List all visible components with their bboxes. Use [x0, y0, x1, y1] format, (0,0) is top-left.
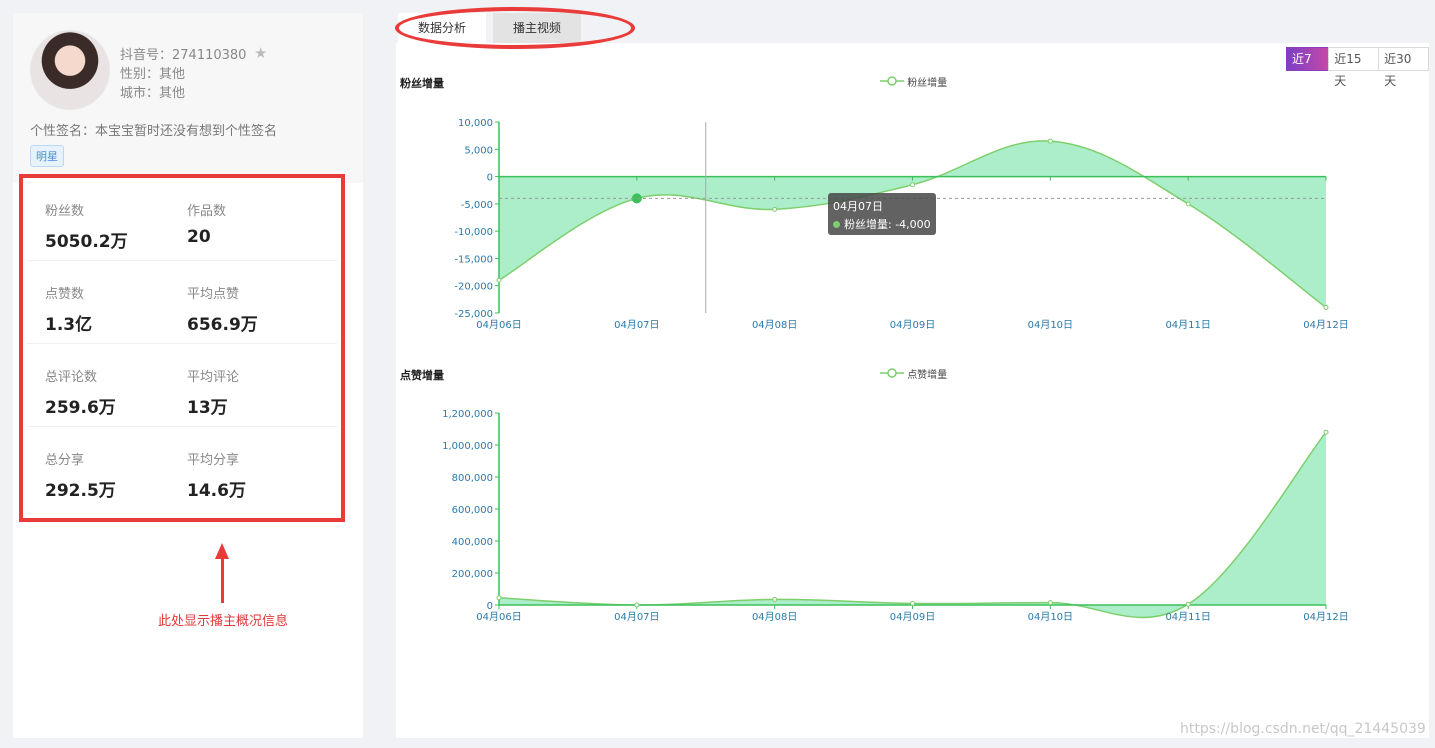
range-7-days-button[interactable]: 近7天: [1286, 47, 1330, 88]
city: 城市：其他: [120, 86, 186, 101]
legend-label: 粉丝增量: [907, 78, 948, 89]
watermark: https://blog.csdn.net/qq_21445039: [1180, 721, 1426, 737]
legend-label: 点赞增量: [907, 370, 948, 381]
x-tick-label: 04月06日: [476, 319, 521, 331]
stat-label: 平均评论: [187, 370, 240, 385]
data-point: [634, 602, 640, 608]
gender: 性别：其他: [120, 67, 186, 82]
star-icon[interactable]: ★: [254, 44, 267, 62]
stat-value: 656.9万: [187, 315, 258, 335]
legend-line-icon: [880, 368, 904, 378]
x-tick-label: 04月12日: [1303, 319, 1348, 331]
y-tick-label: 0: [487, 601, 493, 612]
analysis-panel: 数据分析 播主视频 近7天 近15天 近30天 粉丝增量 粉丝增量 10,000…: [395, 7, 1430, 738]
y-tick-label: 200,000: [452, 569, 493, 580]
stat-value: 13万: [187, 398, 228, 418]
x-tick-label: 04月06日: [476, 611, 521, 623]
y-tick-label: -20,000: [454, 282, 493, 293]
y-tick-label: 400,000: [452, 537, 493, 548]
y-tick-label: -10,000: [454, 227, 493, 238]
y-tick-label: 600,000: [452, 505, 493, 516]
x-tick-label: 04月10日: [1028, 319, 1073, 331]
x-tick-label: 04月11日: [1165, 611, 1210, 623]
annotation-arrow-line: [221, 558, 224, 603]
data-point: [910, 182, 915, 188]
stat-value: 5050.2万: [45, 232, 128, 252]
y-tick-label: 1,200,000: [442, 409, 493, 420]
y-tick-label: -25,000: [454, 309, 493, 320]
chart-legend[interactable]: 点赞增量: [880, 366, 947, 381]
data-point: [910, 600, 915, 606]
likes-increase-chart: 1,200,000 1,000,000 800,000 600,000 400,000 2…: [442, 409, 1349, 623]
series-area: [499, 432, 1326, 618]
annotation-arrow-head-icon: [215, 543, 229, 559]
x-tick-label: 04月08日: [752, 611, 797, 623]
stat-label: 总分享: [45, 453, 85, 468]
tooltip-value: 粉丝增量: -4,000: [833, 216, 931, 232]
avatar: [30, 30, 110, 110]
data-point: [496, 595, 502, 601]
date-range-selector: 近7天 近15天 近30天: [1286, 47, 1430, 88]
data-point: [1047, 138, 1053, 144]
x-tick-label: 04月07日: [614, 611, 659, 623]
data-point: [1185, 201, 1191, 207]
annotation-text: 此处显示播主概况信息: [157, 614, 288, 629]
data-point: [772, 596, 778, 602]
y-tick-label: 800,000: [452, 473, 493, 484]
x-tick-label: 04月08日: [752, 319, 797, 331]
stat-row: 总分享 292.5万 平均分享 14.6万: [27, 427, 337, 509]
stat-value: 1.3亿: [45, 315, 93, 335]
data-point: [772, 206, 778, 212]
stat-label: 作品数: [187, 204, 227, 219]
stat-label: 平均分享: [187, 453, 240, 468]
x-tick-label: 04月09日: [890, 611, 935, 623]
y-tick-label: -15,000: [454, 254, 493, 265]
chart-title: 粉丝增量: [400, 77, 444, 90]
y-tick-label: 1,000,000: [442, 441, 493, 452]
stat-row: 总评论数 259.6万 平均评论 13万: [27, 344, 337, 427]
data-point: [496, 277, 502, 283]
stat-value: 14.6万: [187, 481, 246, 501]
chart-title: 点赞增量: [400, 369, 444, 382]
stat-value: 259.6万: [45, 398, 116, 418]
stat-row: 点赞数 1.3亿 平均点赞 656.9万: [27, 261, 337, 344]
x-tick-label: 04月10日: [1028, 611, 1073, 623]
y-tick-label: 0: [487, 173, 493, 184]
streamer-profile-panel: 抖音号：274110380 ★ 性别：其他 城市：其他 个性签名：本宝宝暂时还没…: [13, 13, 363, 738]
x-tick-label: 04月09日: [890, 319, 935, 331]
tooltip-dot-icon: [833, 221, 840, 228]
range-15-days-button[interactable]: 近15天: [1328, 47, 1380, 88]
stat-value: 292.5万: [45, 481, 116, 501]
stat-value: 20: [187, 227, 211, 247]
tab-bar: 数据分析 播主视频: [395, 7, 1429, 49]
signature: 个性签名：本宝宝暂时还没有想到个性签名: [30, 124, 278, 139]
data-point: [1185, 601, 1191, 607]
data-point: [1047, 600, 1053, 606]
annotation-oval: [395, 7, 635, 49]
y-tick-label: 5,000: [464, 145, 493, 156]
x-tick-label: 04月11日: [1165, 319, 1210, 331]
range-30-days-button[interactable]: 近30天: [1378, 47, 1430, 88]
y-tick-label: 10,000: [458, 118, 493, 129]
series-line: [498, 431, 1327, 619]
legend-line-icon: [880, 76, 904, 86]
y-tick-label: -5,000: [461, 200, 493, 211]
stats-summary: 粉丝数 5050.2万 作品数 20 点赞数 1.3亿 平均点赞 656.9万 …: [19, 174, 345, 522]
category-tag: 明星: [30, 145, 64, 167]
douyin-id: 抖音号：274110380: [120, 48, 247, 63]
stat-label: 总评论数: [45, 370, 98, 385]
stat-label: 平均点赞: [187, 287, 240, 302]
x-tick-label: 04月07日: [614, 319, 659, 331]
data-point: [1323, 305, 1329, 311]
chart-legend[interactable]: 粉丝增量: [880, 74, 947, 89]
x-tick-label: 04月12日: [1303, 611, 1348, 623]
tooltip-value-text: 粉丝增量: -4,000: [844, 218, 931, 231]
stat-label: 粉丝数: [45, 204, 85, 219]
stat-label: 点赞数: [45, 287, 85, 302]
stat-row: 粉丝数 5050.2万 作品数 20: [27, 178, 337, 261]
tooltip-date: 04月07日: [833, 200, 883, 213]
data-point: [1323, 429, 1329, 435]
chart-tooltip: 04月07日 粉丝增量: -4,000: [828, 193, 936, 235]
profile-header: 抖音号：274110380 ★ 性别：其他 城市：其他 个性签名：本宝宝暂时还没…: [13, 13, 363, 183]
